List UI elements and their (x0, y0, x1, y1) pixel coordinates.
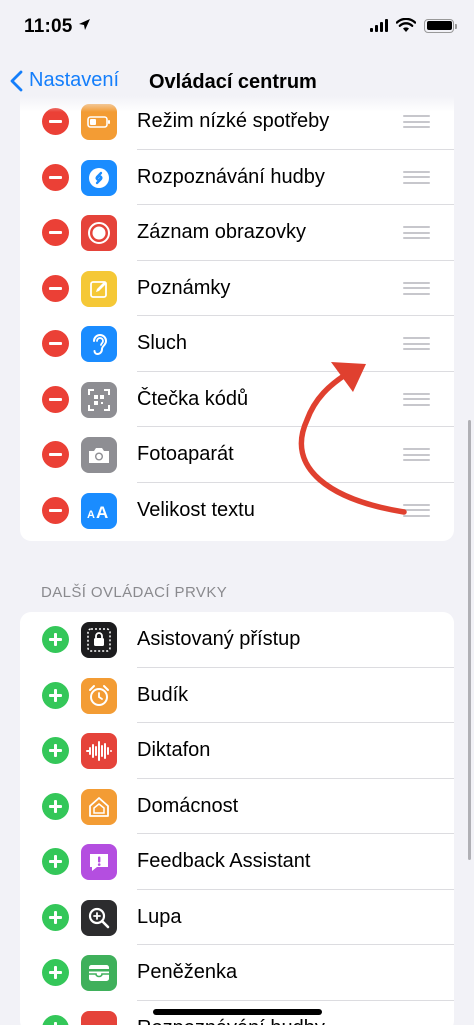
reorder-handle-icon[interactable] (403, 281, 430, 295)
feedback-icon (81, 844, 117, 880)
list-item-label: Režim nízké spotřeby (137, 110, 330, 132)
back-button[interactable]: Nastavení (10, 69, 119, 92)
location-arrow-icon (79, 19, 90, 30)
list-item-music-recognition: Rozpoznávání hudby (20, 150, 454, 205)
remove-button[interactable] (42, 496, 69, 524)
add-button[interactable] (42, 792, 69, 820)
add-button[interactable] (42, 848, 69, 875)
list-item-code-scanner: Čtečka kódů (20, 372, 454, 427)
remove-button[interactable] (42, 163, 69, 191)
more-controls-list: Asistovaný přístup Budík Diktafon Domácn… (20, 612, 454, 1025)
remove-button[interactable] (42, 385, 69, 413)
cellular-signal-icon (370, 19, 388, 32)
list-item-label: Feedback Assistant (137, 850, 311, 872)
section-header: DALŠÍ OVLÁDACÍ PRVKY (41, 584, 228, 601)
list-item-screen-recording: Záznam obrazovky (20, 205, 454, 261)
add-button[interactable] (42, 681, 69, 709)
remove-button[interactable] (42, 108, 69, 135)
list-item-label: Rozpoznávání hudby (137, 165, 325, 188)
voice-memos-icon (81, 733, 117, 769)
list-item-guided-access: Asistovaný přístup (20, 612, 454, 668)
text-size-icon: AA (81, 492, 117, 529)
list-item-label: Poznámky (137, 276, 231, 299)
list-item-hearing: Sluch (20, 316, 454, 372)
list-item-label: Asistovaný přístup (137, 628, 301, 650)
wifi-icon (396, 18, 416, 32)
list-item-label: Domácnost (137, 794, 239, 817)
list-item-notes: Poznámky (20, 261, 454, 316)
battery-status-icon (424, 18, 457, 33)
scroll-indicator[interactable] (468, 420, 471, 860)
list-item-label: Diktafon (137, 739, 211, 761)
reorder-handle-icon[interactable] (403, 115, 430, 128)
list-item-home: Domácnost (20, 779, 454, 834)
add-button[interactable] (42, 1014, 69, 1025)
list-item-wallet: Peněženka (20, 945, 454, 1001)
remove-button[interactable] (42, 330, 69, 357)
remove-button[interactable] (42, 441, 69, 468)
add-button[interactable] (42, 959, 69, 986)
list-item-alarm: Budík (20, 668, 454, 723)
list-item-label: Velikost textu (137, 498, 255, 521)
svg-text:A: A (87, 509, 95, 521)
add-button[interactable] (42, 737, 69, 764)
svg-text:A: A (96, 503, 108, 521)
page-title: Ovládací centrum (149, 71, 317, 93)
partial-icon (81, 1010, 117, 1025)
home-icon (81, 788, 117, 825)
list-item-label: Sluch (137, 332, 188, 354)
list-item-label: Fotoaparát (137, 443, 234, 465)
list-item-label: Budík (137, 683, 189, 706)
status-bar: 11:05 (0, 0, 474, 58)
reorder-handle-icon[interactable] (403, 448, 430, 461)
reorder-handle-icon[interactable] (403, 503, 430, 517)
reorder-handle-icon[interactable] (403, 170, 430, 184)
status-time: 11:05 (24, 16, 73, 37)
add-button[interactable] (42, 626, 69, 653)
add-button[interactable] (42, 903, 69, 931)
home-indicator[interactable] (153, 1009, 322, 1015)
reorder-handle-icon[interactable] (403, 392, 430, 406)
wallet-icon (81, 955, 117, 991)
qr-code-icon (81, 381, 117, 418)
camera-icon (81, 437, 117, 473)
reorder-handle-icon[interactable] (403, 337, 430, 350)
ear-icon (81, 326, 117, 362)
guided-access-icon (81, 622, 117, 658)
chevron-left-icon (10, 70, 23, 91)
remove-button[interactable] (42, 219, 69, 246)
status-indicators (370, 18, 457, 33)
list-item-feedback-assistant: Feedback Assistant (20, 834, 454, 890)
list-item-label: Záznam obrazovky (137, 221, 306, 243)
included-controls-list: Režim nízké spotřeby Rozpoznávání hudby … (20, 96, 454, 541)
shazam-icon (81, 159, 117, 196)
list-item-label: Peněženka (137, 961, 238, 983)
list-item-label: Rozpoznávání hudby (137, 1017, 325, 1025)
list-item-text-size: AA Velikost textu (20, 483, 454, 539)
alarm-icon (81, 677, 117, 714)
list-item-magnifier: Lupa (20, 890, 454, 945)
notes-icon (81, 270, 117, 307)
list-item-voice-memos: Diktafon (20, 723, 454, 779)
list-item-label: Lupa (137, 905, 182, 928)
list-item-camera: Fotoaparát (20, 427, 454, 483)
back-button-label: Nastavení (29, 69, 120, 91)
list-item-label: Čtečka kódů (137, 387, 249, 410)
screen-record-icon (81, 215, 117, 251)
reorder-handle-icon[interactable] (403, 226, 430, 239)
remove-button[interactable] (42, 274, 69, 302)
magnifier-icon (81, 899, 117, 936)
